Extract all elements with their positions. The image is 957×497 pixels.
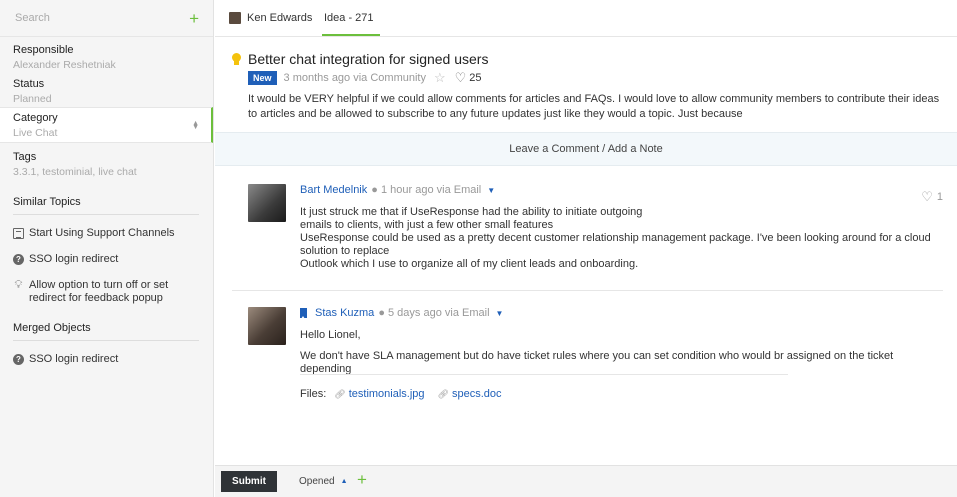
attachment-link[interactable]: testimonials.jpg bbox=[349, 388, 425, 400]
lightbulb-icon bbox=[232, 53, 241, 65]
similar-topic-item[interactable]: 💡︎ Allow option to turn off or set redir… bbox=[13, 279, 203, 305]
status-dropdown[interactable]: Opened ▲ bbox=[299, 476, 348, 487]
heart-icon[interactable]: ♡ bbox=[455, 70, 467, 86]
search-row: + bbox=[0, 0, 213, 37]
idea-title: Better chat integration for signed users bbox=[248, 51, 489, 67]
similar-topic-label: SSO login redirect bbox=[29, 253, 119, 265]
status-field[interactable]: Status Planned bbox=[0, 78, 213, 105]
active-tab-indicator bbox=[322, 34, 380, 36]
tab-user[interactable]: Ken Edwards bbox=[229, 12, 312, 24]
status-dropdown-label: Opened bbox=[299, 476, 335, 487]
category-label: Category bbox=[13, 112, 58, 124]
status-badge: New bbox=[248, 71, 277, 85]
lightbulb-icon: 💡︎ bbox=[14, 279, 23, 291]
search-input[interactable] bbox=[15, 12, 190, 24]
tab-idea[interactable]: Idea - 271 bbox=[324, 12, 374, 24]
responsible-label: Responsible bbox=[13, 44, 74, 56]
attachments-row: Files: 🔗︎ testimonials.jpg 🔗︎ specs.doc bbox=[300, 388, 515, 400]
chevron-down-icon[interactable]: ▼ bbox=[496, 309, 504, 318]
tags-label: Tags bbox=[13, 151, 37, 163]
merged-objects-title: Merged Objects bbox=[13, 322, 199, 341]
comment-line: emails to clients, with just a few other… bbox=[300, 219, 554, 231]
heart-icon: ♡ bbox=[921, 189, 933, 204]
tab-bar: Ken Edwards Idea - 271 bbox=[215, 0, 957, 37]
like-count: 25 bbox=[469, 72, 482, 84]
leave-comment-button[interactable]: Leave a Comment / Add a Note bbox=[215, 132, 957, 166]
idea-meta: 3 months ago via Community bbox=[283, 72, 426, 84]
attachment-link[interactable]: specs.doc bbox=[452, 388, 502, 400]
comment-line: UseResponse could be used as a pretty de… bbox=[300, 232, 931, 257]
footer-bar: Submit Opened ▲ + bbox=[215, 465, 957, 497]
add-icon[interactable]: + bbox=[189, 10, 199, 27]
responsible-field[interactable]: Responsible Alexander Reshetniak bbox=[0, 44, 213, 71]
comment-line: Outlook which I use to organize all of m… bbox=[300, 258, 639, 270]
avatar[interactable] bbox=[248, 184, 286, 222]
similar-topic-label: Start Using Support Channels bbox=[29, 227, 175, 239]
comment-like-button[interactable]: ♡ 1 bbox=[921, 189, 943, 205]
idea-meta-row: New 3 months ago via Community ☆ ♡ 25 bbox=[248, 70, 482, 86]
comment-line: Hello Lionel, bbox=[300, 329, 361, 341]
idea-title-row: Better chat integration for signed users bbox=[232, 51, 488, 67]
comment-header: Bart Medelnik ● 1 hour ago via Email ▼ bbox=[300, 184, 495, 196]
comment-line: We don't have SLA management but do have… bbox=[300, 350, 894, 375]
category-field[interactable]: Category Live Chat ▲ ▼ bbox=[0, 107, 213, 143]
comment-body: It just struck me that if UseResponse ha… bbox=[300, 206, 945, 271]
submit-button[interactable]: Submit bbox=[221, 471, 277, 492]
similar-topic-item[interactable]: ? SSO login redirect bbox=[13, 253, 203, 266]
similar-topic-label: Allow option to turn off or set redirect… bbox=[29, 279, 169, 304]
files-divider bbox=[300, 374, 788, 375]
tab-user-label: Ken Edwards bbox=[247, 12, 313, 24]
category-value: Live Chat bbox=[13, 127, 58, 139]
question-icon: ? bbox=[13, 354, 24, 365]
comment-meta: ● 1 hour ago via Email bbox=[371, 184, 482, 196]
comment-divider bbox=[232, 290, 943, 291]
comment-author[interactable]: Bart Medelnik bbox=[300, 184, 367, 196]
comment-body: Hello Lionel, We don't have SLA manageme… bbox=[300, 329, 945, 376]
sidebar: + Responsible Alexander Reshetniak Statu… bbox=[0, 0, 214, 497]
status-label: Status bbox=[13, 78, 45, 90]
document-icon bbox=[13, 228, 24, 239]
responsible-value: Alexander Reshetniak bbox=[13, 59, 116, 71]
question-icon: ? bbox=[13, 254, 24, 265]
status-value: Planned bbox=[13, 93, 52, 105]
paperclip-icon: 🔗︎ bbox=[437, 388, 449, 399]
idea-description: It would be VERY helpful if we could all… bbox=[248, 93, 940, 120]
tags-field[interactable]: Tags 3.3.1, testominial, live chat bbox=[0, 151, 213, 178]
comment-meta: ● 5 days ago via Email bbox=[378, 307, 490, 319]
comment-header: Stas Kuzma ● 5 days ago via Email ▼ bbox=[300, 307, 503, 319]
tags-value: 3.3.1, testominial, live chat bbox=[13, 166, 137, 178]
sort-arrows-icon[interactable]: ▲ ▼ bbox=[192, 120, 199, 131]
star-icon[interactable]: ☆ bbox=[434, 70, 446, 86]
avatar[interactable] bbox=[248, 307, 286, 345]
comment-author[interactable]: Stas Kuzma bbox=[315, 307, 374, 319]
similar-topic-item[interactable]: Start Using Support Channels bbox=[13, 227, 203, 240]
comment-like-count: 1 bbox=[936, 191, 943, 203]
similar-topics-title: Similar Topics bbox=[13, 196, 199, 215]
add-icon[interactable]: + bbox=[357, 471, 367, 488]
merged-object-item[interactable]: ? SSO login redirect bbox=[13, 353, 203, 366]
merged-object-label: SSO login redirect bbox=[29, 353, 119, 365]
comment-line: It just struck me that if UseResponse ha… bbox=[300, 206, 643, 218]
files-label: Files: bbox=[300, 388, 327, 400]
paperclip-icon: 🔗︎ bbox=[334, 388, 346, 399]
caret-up-icon: ▲ bbox=[340, 478, 348, 485]
bookmark-icon bbox=[300, 308, 307, 319]
chevron-down-icon[interactable]: ▼ bbox=[487, 186, 495, 195]
avatar bbox=[229, 12, 241, 24]
